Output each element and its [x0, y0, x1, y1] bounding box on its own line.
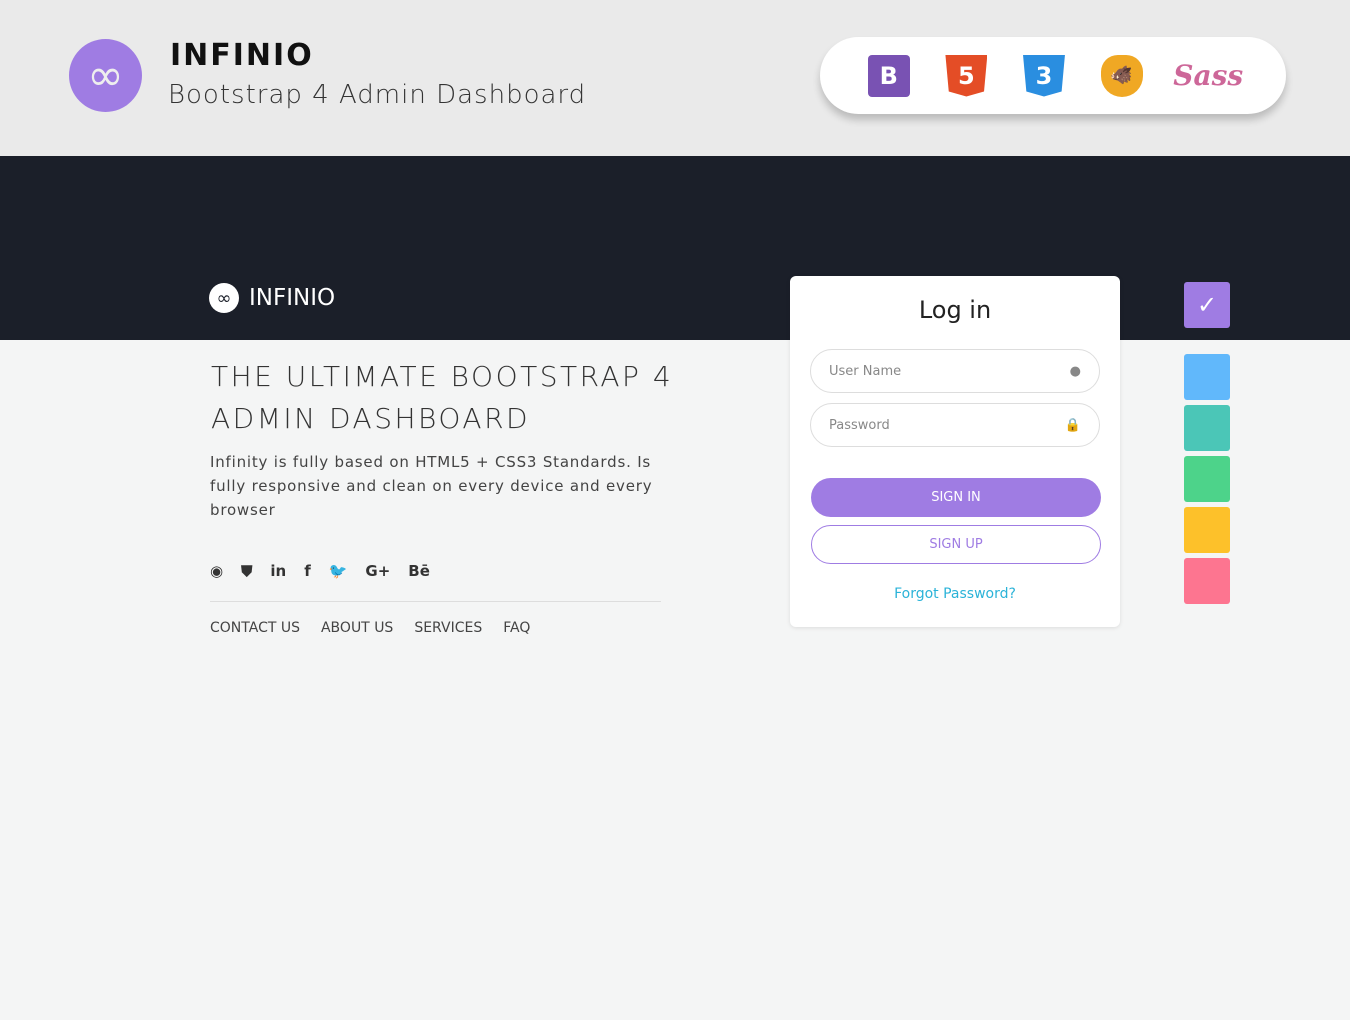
twitter-icon[interactable]: 🐦: [329, 562, 348, 580]
link-faq[interactable]: FAQ: [503, 620, 530, 636]
login-title: Log in: [918, 296, 992, 324]
css3-icon: 3: [1022, 54, 1065, 97]
globe-icon[interactable]: ◉: [210, 562, 223, 580]
sign-up-button[interactable]: SIGN UP: [811, 525, 1101, 564]
password-input[interactable]: Password 🔒: [810, 403, 1100, 447]
divider: [210, 601, 661, 602]
sass-icon: Sass: [1173, 59, 1244, 92]
user-icon: ●: [1069, 363, 1081, 379]
infinity-icon: ∞: [69, 39, 142, 112]
brand-name: INFINIO: [170, 38, 314, 73]
social-links: ◉ ⛊ in f 🐦 G+ Bē: [210, 562, 430, 580]
username-placeholder: User Name: [829, 363, 902, 379]
hero-brand: INFINIO: [249, 285, 336, 311]
link-contact-us[interactable]: CONTACT US: [210, 620, 300, 636]
shield-icon[interactable]: ⛊: [241, 562, 252, 580]
bootstrap-icon: B: [867, 54, 910, 97]
dark-band: [0, 156, 1350, 340]
linkedin-icon[interactable]: in: [270, 562, 286, 580]
username-input[interactable]: User Name ●: [810, 349, 1100, 393]
hero-title: THE ULTIMATE BOOTSTRAP 4 ADMIN DASHBOARD: [211, 360, 674, 435]
facebook-icon[interactable]: f: [304, 562, 311, 580]
tech-logos: B 5 3 🐗 Sass: [820, 37, 1286, 114]
swatch-pink[interactable]: [1184, 558, 1230, 604]
hero-logo: ∞ INFINIO: [209, 283, 335, 313]
lock-icon: 🔒: [1064, 417, 1081, 433]
swatch-purple-selected[interactable]: ✓: [1184, 282, 1230, 328]
login-card: Log in User Name ● Password 🔒 SIGN IN SIGN…: [790, 276, 1120, 627]
link-about-us[interactable]: ABOUT US: [321, 620, 393, 636]
forgot-password-link[interactable]: Forgot Password?: [790, 586, 1120, 602]
html5-icon: 5: [945, 54, 988, 97]
check-icon: ✓: [1196, 291, 1218, 319]
infinity-icon: ∞: [209, 283, 239, 313]
behance-icon[interactable]: Bē: [408, 562, 430, 580]
brand-subtitle: Bootstrap 4 Admin Dashboard: [168, 80, 587, 110]
sign-in-button[interactable]: SIGN IN: [811, 478, 1101, 517]
password-placeholder: Password: [829, 417, 890, 433]
footer-links: CONTACT US ABOUT US SERVICES FAQ: [210, 620, 530, 636]
google-plus-icon[interactable]: G+: [365, 562, 390, 580]
swatch-teal[interactable]: [1184, 405, 1230, 451]
swatch-blue[interactable]: [1184, 354, 1230, 400]
swatch-green[interactable]: [1184, 456, 1230, 502]
header-banner: ∞ INFINIO Bootstrap 4 Admin Dashboard B …: [0, 0, 1350, 156]
hero-description: Infinity is fully based on HTML5 + CSS3 …: [210, 453, 653, 519]
swatch-yellow[interactable]: [1184, 507, 1230, 553]
grunt-icon: 🐗: [1100, 54, 1143, 97]
link-services[interactable]: SERVICES: [414, 620, 482, 636]
